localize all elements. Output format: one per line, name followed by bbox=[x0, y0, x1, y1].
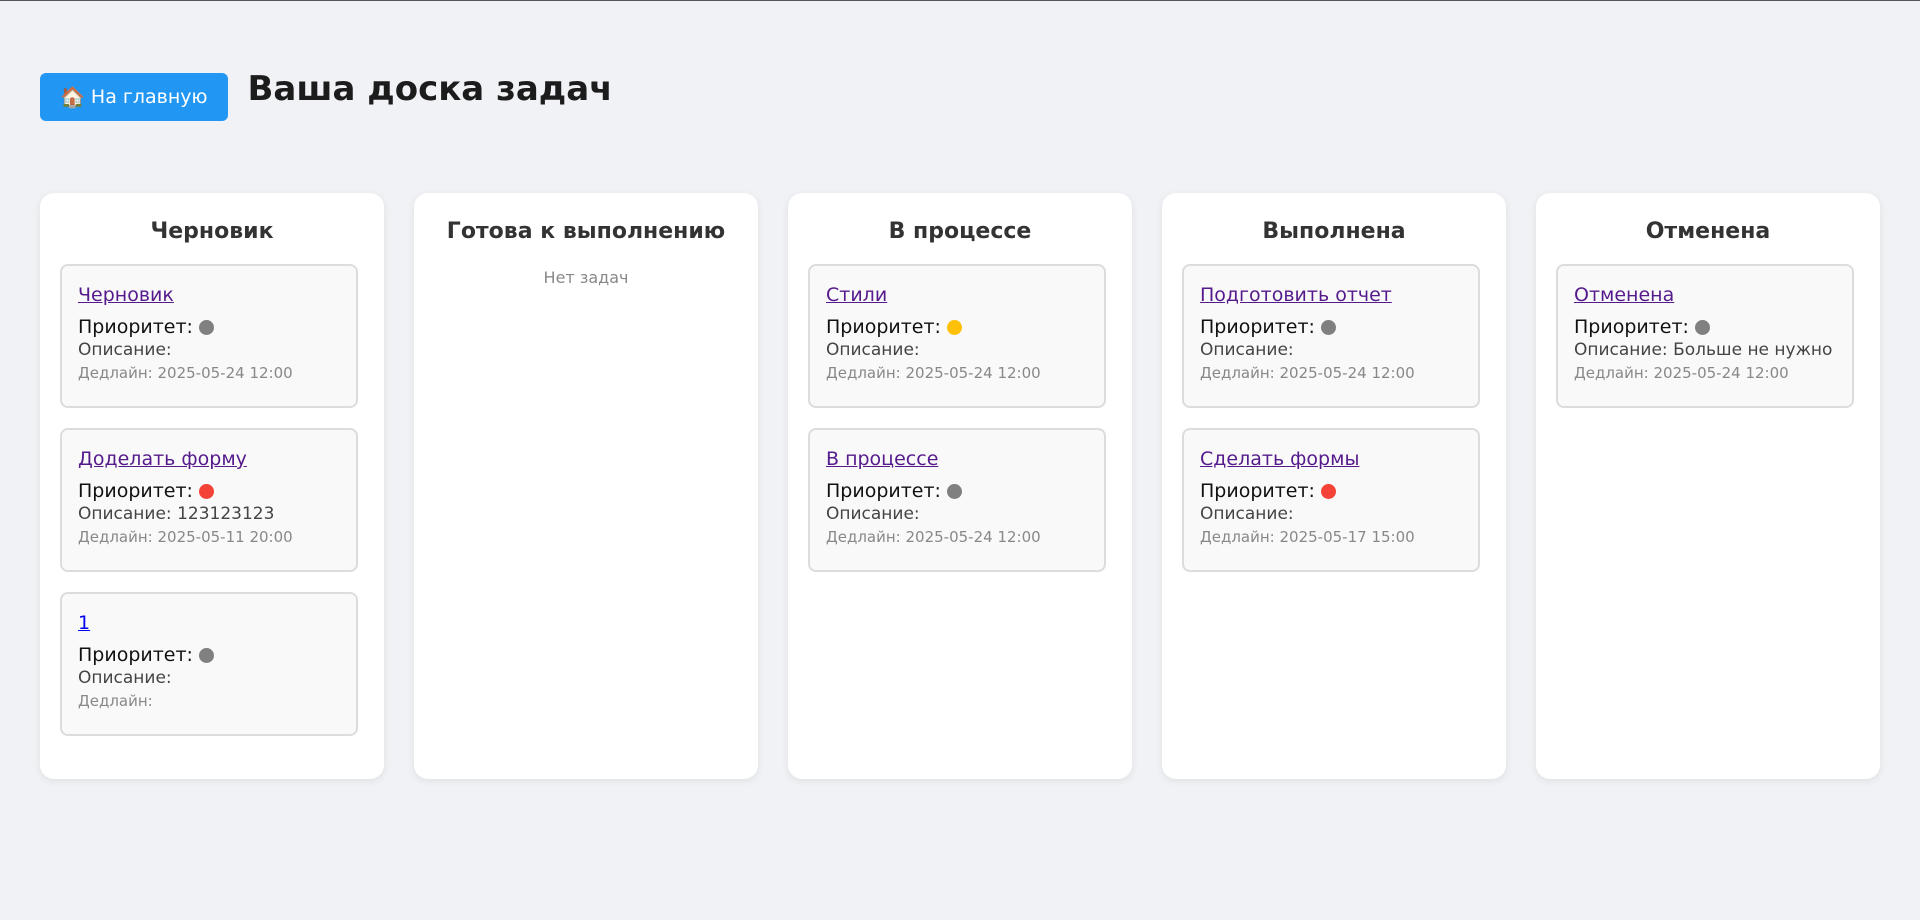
task-priority: Приоритет: bbox=[1200, 316, 1462, 338]
board-column: Отменена Отменена Приоритет: Описание: Боль… bbox=[1536, 193, 1880, 779]
description-label: Описание: bbox=[1574, 340, 1668, 360]
priority-dot-icon bbox=[946, 483, 962, 499]
task-title-link[interactable]: Отменена bbox=[1574, 284, 1674, 306]
priority-label: Приоритет: bbox=[78, 316, 193, 338]
description-label: Описание: bbox=[1200, 340, 1294, 360]
task-card[interactable]: Доделать форму Приоритет: Описание: 123123… bbox=[60, 428, 358, 572]
task-description: Описание: bbox=[78, 668, 340, 688]
task-priority: Приоритет: bbox=[1200, 480, 1462, 502]
board-column: Черновик Черновик Приоритет: Описание: Дедл… bbox=[40, 193, 384, 779]
task-description: Описание: bbox=[1200, 340, 1462, 360]
priority-dot-icon bbox=[1320, 483, 1336, 499]
description-value: Больше не нужно bbox=[1673, 340, 1833, 360]
priority-label: Приоритет: bbox=[78, 644, 193, 666]
task-priority: Приоритет: bbox=[78, 316, 340, 338]
task-deadline: Дедлайн: 2025-05-24 12:00 bbox=[826, 364, 1088, 382]
column-title: Выполнена bbox=[1262, 219, 1406, 244]
task-priority: Приоритет: bbox=[78, 644, 340, 666]
task-description: Описание: bbox=[826, 504, 1088, 524]
description-label: Описание: bbox=[78, 668, 172, 688]
deadline-value: 2025-05-24 12:00 bbox=[157, 364, 293, 382]
priority-dot-icon bbox=[198, 319, 214, 335]
column-title: Отменена bbox=[1645, 219, 1771, 244]
priority-label: Приоритет: bbox=[1574, 316, 1689, 338]
priority-label: Приоритет: bbox=[78, 480, 193, 502]
task-card[interactable]: Стили Приоритет: Описание: Дедлайн: 2025-0… bbox=[808, 264, 1106, 408]
task-card[interactable]: 1 Приоритет: Описание: Дедлайн: bbox=[60, 592, 358, 736]
empty-column-message: Нет задач bbox=[543, 268, 629, 287]
priority-label: Приоритет: bbox=[1200, 480, 1315, 502]
task-deadline: Дедлайн: 2025-05-11 20:00 bbox=[78, 528, 340, 546]
task-priority: Приоритет: bbox=[826, 480, 1088, 502]
description-label: Описание: bbox=[826, 340, 920, 360]
description-value: 123123123 bbox=[177, 504, 275, 524]
deadline-value: 2025-05-24 12:00 bbox=[1653, 364, 1789, 382]
deadline-label: Дедлайн: bbox=[1574, 364, 1649, 382]
task-priority: Приоритет: bbox=[826, 316, 1088, 338]
task-deadline: Дедлайн: bbox=[78, 692, 340, 710]
task-title-link[interactable]: Подготовить отчет bbox=[1200, 284, 1392, 306]
task-priority: Приоритет: bbox=[78, 480, 340, 502]
deadline-label: Дедлайн: bbox=[78, 528, 153, 546]
deadline-label: Дедлайн: bbox=[826, 364, 901, 382]
deadline-label: Дедлайн: bbox=[78, 692, 153, 710]
deadline-value: 2025-05-11 20:00 bbox=[157, 528, 293, 546]
task-deadline: Дедлайн: 2025-05-17 15:00 bbox=[1200, 528, 1462, 546]
column-title: Готова к выполнению bbox=[446, 219, 726, 244]
deadline-value: 2025-05-17 15:00 bbox=[1279, 528, 1415, 546]
task-title-link[interactable]: Сделать формы bbox=[1200, 448, 1359, 470]
task-title-link[interactable]: 1 bbox=[78, 612, 90, 634]
board-column: Выполнена Подготовить отчет Приоритет: Опис… bbox=[1162, 193, 1506, 779]
task-card[interactable]: В процессе Приоритет: Описание: Дедлайн: 2… bbox=[808, 428, 1106, 572]
task-description: Описание: bbox=[826, 340, 1088, 360]
home-button[interactable]: 🏠 На главную bbox=[40, 73, 228, 121]
task-deadline: Дедлайн: 2025-05-24 12:00 bbox=[78, 364, 340, 382]
priority-label: Приоритет: bbox=[826, 316, 941, 338]
page-title: Ваша доска задач bbox=[247, 69, 613, 109]
board-column: В процессе Стили Приоритет: Описание: Дедла… bbox=[788, 193, 1132, 779]
priority-dot-icon bbox=[198, 483, 214, 499]
home-button-label: На главную bbox=[90, 86, 208, 108]
task-deadline: Дедлайн: 2025-05-24 12:00 bbox=[826, 528, 1088, 546]
deadline-label: Дедлайн: bbox=[78, 364, 153, 382]
deadline-label: Дедлайн: bbox=[1200, 364, 1275, 382]
description-label: Описание: bbox=[78, 504, 172, 524]
priority-label: Приоритет: bbox=[1200, 316, 1315, 338]
description-label: Описание: bbox=[78, 340, 172, 360]
task-description: Описание: bbox=[78, 340, 340, 360]
priority-dot-icon bbox=[1694, 319, 1710, 335]
task-description: Описание: Больше не нужно bbox=[1574, 340, 1836, 360]
deadline-value: 2025-05-24 12:00 bbox=[905, 364, 1041, 382]
task-description: Описание: 123123123 bbox=[78, 504, 340, 524]
description-label: Описание: bbox=[1200, 504, 1294, 524]
priority-dot-icon bbox=[198, 647, 214, 663]
description-label: Описание: bbox=[826, 504, 920, 524]
task-card[interactable]: Черновик Приоритет: Описание: Дедлайн: 202… bbox=[60, 264, 358, 408]
task-deadline: Дедлайн: 2025-05-24 12:00 bbox=[1200, 364, 1462, 382]
task-deadline: Дедлайн: 2025-05-24 12:00 bbox=[1574, 364, 1836, 382]
task-board: Черновик Черновик Приоритет: Описание: Дедл… bbox=[40, 193, 1880, 779]
column-title: В процессе bbox=[888, 219, 1032, 244]
task-title-link[interactable]: В процессе bbox=[826, 448, 938, 470]
task-priority: Приоритет: bbox=[1574, 316, 1836, 338]
task-card[interactable]: Отменена Приоритет: Описание: Больше не ну… bbox=[1556, 264, 1854, 408]
deadline-label: Дедлайн: bbox=[826, 528, 901, 546]
deadline-value: 2025-05-24 12:00 bbox=[1279, 364, 1415, 382]
column-title: Черновик bbox=[150, 219, 274, 244]
deadline-label: Дедлайн: bbox=[1200, 528, 1275, 546]
page-header: 🏠 На главную Ваша доска задач bbox=[40, 69, 613, 121]
house-icon: 🏠 bbox=[60, 85, 85, 109]
task-title-link[interactable]: Стили bbox=[826, 284, 887, 306]
priority-dot-icon bbox=[946, 319, 962, 335]
priority-dot-icon bbox=[1320, 319, 1336, 335]
deadline-value: 2025-05-24 12:00 bbox=[905, 528, 1041, 546]
task-description: Описание: bbox=[1200, 504, 1462, 524]
task-title-link[interactable]: Доделать форму bbox=[78, 448, 247, 470]
priority-label: Приоритет: bbox=[826, 480, 941, 502]
task-title-link[interactable]: Черновик bbox=[78, 284, 174, 306]
task-card[interactable]: Подготовить отчет Приоритет: Описание: Дед… bbox=[1182, 264, 1480, 408]
board-column: Готова к выполнению Нет задач bbox=[414, 193, 758, 779]
task-card[interactable]: Сделать формы Приоритет: Описание: Дедлайн… bbox=[1182, 428, 1480, 572]
